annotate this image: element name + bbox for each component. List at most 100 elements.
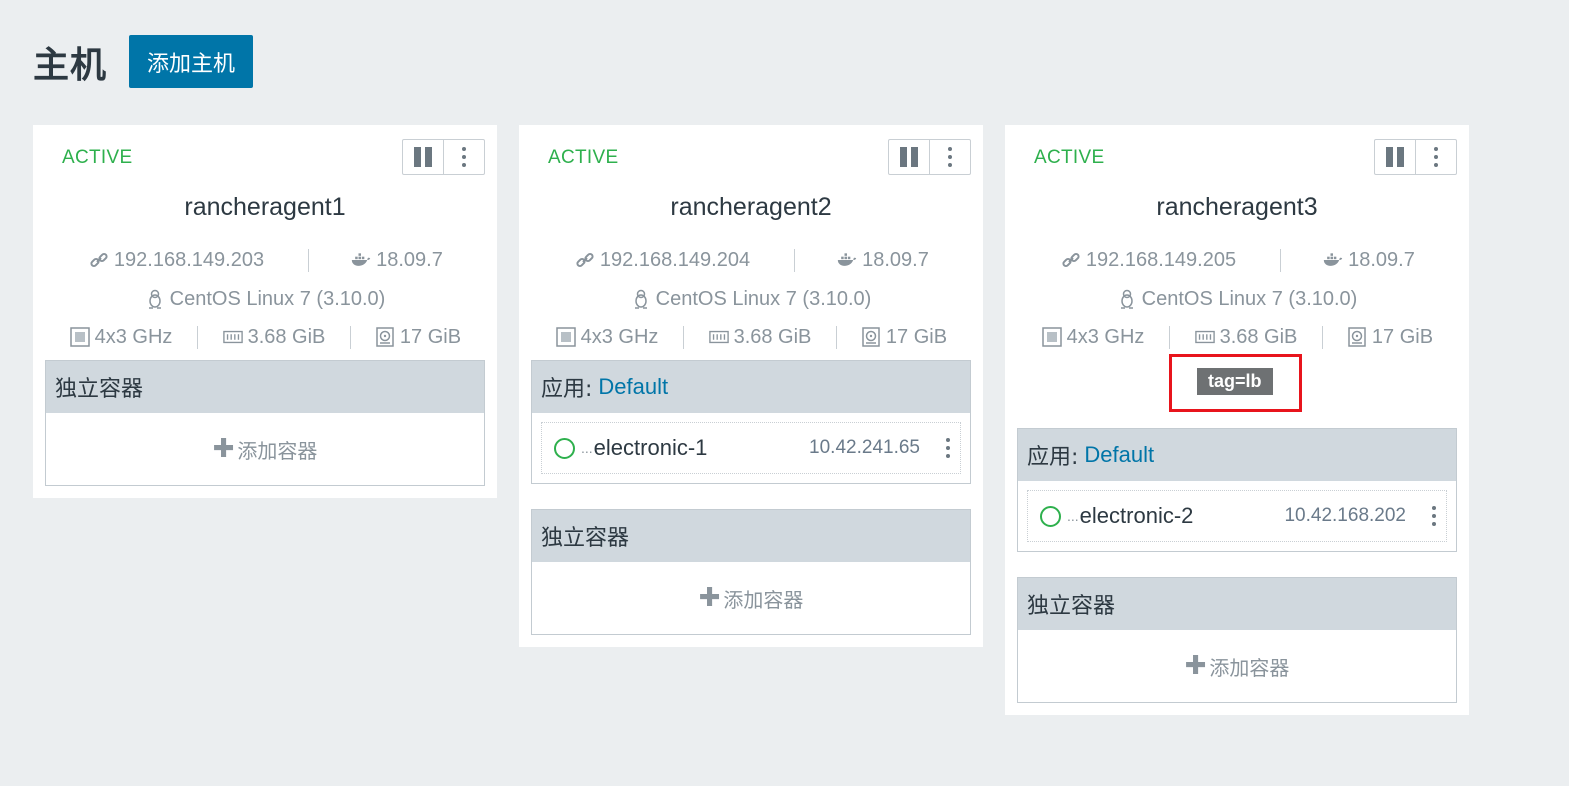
add-container-button[interactable]: ✚ 添加容器 [46,413,484,485]
host-card-rancheragent3: ACTIVE rancheragent3 192.168.149.205 18.… [1005,125,1469,715]
container-ip: 10.42.241.65 [809,437,920,458]
host-ip-value: 192.168.149.205 [1085,248,1237,271]
disk-icon [861,327,881,347]
host-cpu: 4x3 GHz [1017,326,1169,349]
host-memory-value: 3.68 GiB [247,325,326,348]
host-os-value: CentOS Linux 7 (3.10.0) [655,287,872,310]
host-card-rancheragent1: ACTIVE rancheragent1 192.168.149.203 18.… [33,125,497,498]
cpu-icon [1041,327,1062,347]
docker-version-value: 18.09.7 [1348,248,1415,271]
host-os-row: CentOS Linux 7 (3.10.0) [45,284,485,314]
link-icon [89,250,109,270]
host-name[interactable]: rancheragent3 [1005,193,1469,222]
container-menu-icon[interactable] [1432,506,1436,526]
docker-whale-icon [837,250,857,270]
add-container-button[interactable]: ✚ 添加容器 [532,562,970,634]
standalone-containers-header: 独立容器 [46,361,484,413]
standalone-containers-header: 独立容器 [1018,578,1456,630]
host-disk: 17 GiB [836,325,971,349]
memory-icon [708,327,729,347]
pause-button[interactable] [403,140,443,174]
docker-version: 18.09.7 [794,248,971,272]
page-title: 主机 [33,43,108,85]
container-name[interactable]: electronic-1 [594,435,708,461]
host-resources-row: 4x3 GHz 3.68 GiB 17 GiB [1017,322,1457,352]
host-network-row: 192.168.149.204 18.09.7 [531,245,971,275]
host-cpu-value: 4x3 GHz [94,325,173,348]
stack-section: 应用: Default ... electronic-2 10.42.168.2… [1017,428,1457,552]
linux-tux-icon [145,289,165,309]
pause-button[interactable] [889,140,929,174]
vertical-ellipsis-icon [1434,147,1438,167]
host-cpu: 4x3 GHz [531,326,683,349]
stack-prefix: 应用: [1027,445,1079,470]
host-disk: 17 GiB [350,325,485,349]
container-ip: 10.42.168.202 [1284,505,1406,526]
add-container-label: 添加容器 [1209,655,1290,680]
host-actions [1374,139,1457,175]
add-host-button[interactable]: 添加主机 [129,35,254,88]
add-container-button[interactable]: ✚ 添加容器 [1018,630,1456,702]
cpu-icon [69,327,90,347]
host-resources-row: 4x3 GHz 3.68 GiB 17 GiB [531,322,971,352]
disk-icon [375,327,395,347]
host-os: CentOS Linux 7 (3.10.0) [145,288,385,311]
host-menu-button[interactable] [443,140,484,174]
standalone-containers-section: 独立容器 ✚ 添加容器 [531,509,971,635]
host-disk: 17 GiB [1322,325,1457,349]
container-menu-icon[interactable] [946,438,950,458]
container-name[interactable]: electronic-2 [1080,503,1194,529]
vertical-ellipsis-icon [948,147,952,167]
stack-header: 应用: Default [532,361,970,413]
linux-tux-icon [1117,289,1137,309]
container-row[interactable]: ... electronic-1 10.42.241.65 [541,422,961,474]
standalone-containers-header: 独立容器 [532,510,970,562]
link-icon [1061,250,1081,270]
host-ip: 192.168.149.204 [531,249,794,272]
add-container-label: 添加容器 [237,438,318,463]
host-memory: 3.68 GiB [1169,325,1322,349]
page-header: 主机 添加主机 [33,35,254,88]
host-network-row: 192.168.149.203 18.09.7 [45,245,485,275]
host-name[interactable]: rancheragent1 [33,193,497,222]
disk-icon [1347,327,1367,347]
standalone-containers-section: 独立容器 ✚ 添加容器 [1017,577,1457,703]
host-disk-value: 17 GiB [399,325,462,348]
stack-header: 应用: Default [1018,429,1456,481]
host-menu-button[interactable] [1415,140,1456,174]
add-container-label: 添加容器 [723,587,804,612]
host-labels: tag=lb [1005,354,1469,428]
memory-icon [222,327,243,347]
stack-link[interactable]: Default [598,374,668,400]
docker-whale-icon [1323,250,1343,270]
host-state: ACTIVE [548,147,619,168]
stack-prefix: 应用: [541,377,593,402]
host-resources-row: 4x3 GHz 3.68 GiB 17 GiB [45,322,485,352]
host-os-row: CentOS Linux 7 (3.10.0) [531,284,971,314]
container-name-ellipsis: ... [581,440,593,456]
card-bottom-spacer [1005,703,1469,715]
host-disk-value: 17 GiB [1371,325,1434,348]
host-memory-value: 3.68 GiB [733,325,812,348]
container-status-icon [1040,505,1061,527]
plus-icon: ✚ [1184,651,1207,681]
host-menu-button[interactable] [929,140,970,174]
host-os-row: CentOS Linux 7 (3.10.0) [1017,284,1457,314]
pause-icon [900,147,918,167]
pause-icon [1386,147,1404,167]
plus-icon: ✚ [698,583,721,613]
container-row[interactable]: ... electronic-2 10.42.168.202 [1027,490,1447,542]
card-bottom-spacer [33,486,497,498]
host-os-value: CentOS Linux 7 (3.10.0) [1141,287,1358,310]
host-state: ACTIVE [1034,147,1105,168]
vertical-ellipsis-icon [462,147,466,167]
host-ip: 192.168.149.203 [45,249,308,272]
stack-link[interactable]: Default [1084,442,1154,468]
host-card-rancheragent2: ACTIVE rancheragent2 192.168.149.204 18.… [519,125,983,647]
link-icon [575,250,595,270]
host-name[interactable]: rancheragent2 [519,193,983,222]
host-os: CentOS Linux 7 (3.10.0) [631,287,872,311]
standalone-containers-section: 独立容器 ✚ 添加容器 [45,360,485,486]
pause-button[interactable] [1375,140,1415,174]
docker-whale-icon [351,250,371,270]
